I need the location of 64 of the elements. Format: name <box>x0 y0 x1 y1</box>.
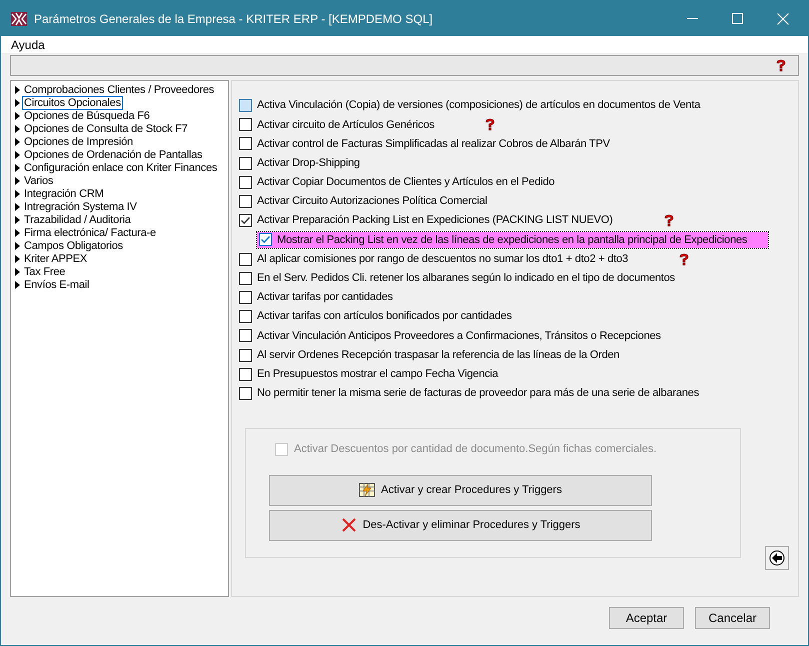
option-label: En Presupuestos mostrar el campo Fecha Vigencia <box>257 366 498 382</box>
back-arrow-icon <box>769 550 785 566</box>
window-title: Parámetros Generales de la Empresa - KRITER ERP - [KEMPDEMO SQL] <box>34 10 434 28</box>
option-label: No permitir tener la misma serie de facturas de proveedor para más de una serie de albaranes <box>257 386 699 402</box>
tree-item[interactable]: Firma electrónica/ Factura-e <box>23 226 157 238</box>
checkbox[interactable] <box>239 272 252 285</box>
help-icon[interactable] <box>774 59 788 72</box>
option-label: Activar Preparación Packing List en Expediciones (PACKING LIST NUEVO) <box>257 213 613 228</box>
tree-item[interactable]: Envíos E-mail <box>23 278 90 290</box>
tree-item[interactable]: Campos Obligatorios <box>23 240 124 252</box>
tree-item[interactable]: Trazabilidad / Auditoria <box>23 214 132 226</box>
option-label: Activa Vinculación (Copia) de versiones (composiciones) de artículos en documentos de Venta <box>257 98 700 114</box>
action-button[interactable]: Des-Activar y eliminar Procedures y Triggers <box>269 510 652 540</box>
option-label: Activar Circuito Autorizaciones Política Comercial <box>257 194 488 210</box>
checkbox[interactable] <box>239 118 252 132</box>
checkbox[interactable] <box>239 348 252 362</box>
checkbox[interactable] <box>239 176 252 189</box>
tree-item[interactable]: Intregración Systema IV <box>23 200 138 212</box>
checkbox[interactable] <box>239 156 252 170</box>
close-icon[interactable] <box>777 12 789 24</box>
checkbox[interactable] <box>239 290 252 304</box>
option-label: Mostrar el Packing List en vez de las líneas de expediciones en la pantalla principal de Expediciones <box>277 232 748 248</box>
help-icon[interactable] <box>662 214 676 228</box>
tree-item[interactable]: Circuitos Opcionales <box>23 96 122 108</box>
tree-item[interactable]: Opciones de Búsqueda F6 <box>23 110 151 122</box>
tree-item[interactable]: Varios <box>23 174 54 186</box>
checkbox[interactable] <box>239 137 252 150</box>
checkbox[interactable] <box>239 386 252 400</box>
tree-item[interactable]: Opciones de Ordenación de Pantallas <box>23 148 204 160</box>
dialog-button[interactable]: Aceptar <box>609 607 684 629</box>
menu-item[interactable]: Ayuda <box>1 36 55 54</box>
tree-item[interactable]: Comprobaciones Clientes / Proveedores <box>23 84 216 96</box>
option-label: Activar Descuentos por cantidad de documento.Según fichas comerciales. <box>294 442 657 457</box>
help-icon[interactable] <box>483 118 498 132</box>
option-label: Activar circuito de Artículos Genéricos <box>257 118 434 133</box>
tree-item[interactable]: Opciones de Impresión <box>23 136 134 148</box>
option-label: Al servir Ordenes Recepción traspasar la referencia de las líneas de la Orden <box>257 348 620 363</box>
app-logo-icon <box>11 12 27 26</box>
tree-item[interactable]: Configuración enlace con Kriter Finances <box>23 162 218 174</box>
dialog-button[interactable]: Cancelar <box>695 607 770 629</box>
option-label: Al aplicar comisiones por rango de descuentos no sumar los dto1 + dto2 + dto3 <box>257 252 628 267</box>
checkbox[interactable] <box>239 195 252 208</box>
back-button[interactable] <box>765 546 789 570</box>
table-bolt-icon <box>359 483 376 497</box>
close-icon <box>340 517 357 533</box>
tree-item[interactable]: Kriter APPEX <box>23 252 88 264</box>
checkbox[interactable] <box>239 99 252 112</box>
tree-item[interactable]: Tax Free <box>23 266 66 278</box>
tree-item[interactable]: Integración CRM <box>23 188 105 200</box>
tree-item[interactable]: Opciones de Consulta de Stock F7 <box>23 122 189 134</box>
option-label: Activar tarifas por cantidades <box>257 290 393 306</box>
action-button[interactable]: Activar y crear Procedures y Triggers <box>269 474 652 506</box>
option-label: Activar tarifas con artículos bonificados por cantidades <box>257 309 512 324</box>
checkbox[interactable] <box>239 329 252 342</box>
maximize-icon[interactable] <box>732 13 743 24</box>
option-label: Activar Vinculación Anticipos Proveedores a Confirmaciones, Tránsitos o Recepciones <box>257 328 661 344</box>
checkbox[interactable] <box>239 310 252 324</box>
option-label: En el Serv. Pedidos Cli. retener los albaranes según lo indicado en el tipo de documentos <box>257 271 675 286</box>
option-label: Activar Copiar Documentos de Clientes y Artículos en el Pedido <box>257 175 555 190</box>
checkbox[interactable] <box>239 368 252 381</box>
help-icon[interactable] <box>677 252 692 266</box>
checkbox[interactable] <box>239 252 252 266</box>
option-label: Activar control de Facturas Simplificadas al realizar Cobros de Albarán TPV <box>257 136 610 152</box>
option-label: Activar Drop-Shipping <box>257 156 360 171</box>
